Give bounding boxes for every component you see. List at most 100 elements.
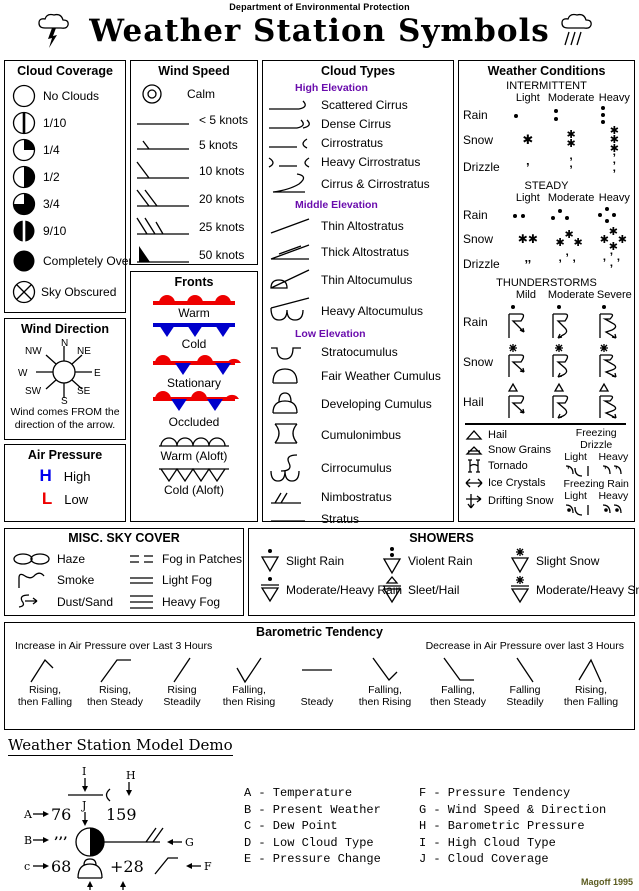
tendency-item[interactable]: Rising, then Steady (79, 654, 151, 708)
cloud-type-item[interactable]: Cirrus & Cirrostratus (267, 171, 453, 196)
tendency-item[interactable]: Rising, then Falling (555, 654, 627, 708)
cloud-type-item[interactable]: Developing Cumulus (267, 389, 453, 419)
barb-plain-icon (137, 122, 189, 125)
misc-sky-dust[interactable]: Dust/Sand (11, 591, 126, 613)
freezing-rain-heavy-icon[interactable] (600, 503, 630, 517)
cloud-type-item[interactable]: Thick Altostratus (267, 239, 453, 265)
wind-speed-panel: Wind Speed Calm < 5 knots 5 knots 10 kno… (130, 60, 258, 265)
misc-hail[interactable]: Hail (463, 427, 558, 442)
wind-speed-item[interactable]: 5 knots (135, 132, 257, 157)
shower-slight-snow[interactable]: Slight Snow (509, 547, 629, 575)
misc-sky-light-fog[interactable]: Light Fog (126, 569, 243, 591)
misc-ice-crystals[interactable]: Ice Crystals (463, 474, 558, 491)
misc-sky-haze[interactable]: Haze (11, 548, 126, 569)
cloud-type-item[interactable]: Nimbostratus (267, 485, 453, 509)
wind-speed-item[interactable]: 10 knots (135, 157, 257, 185)
air-pressure-low[interactable]: L Low (5, 489, 125, 509)
cloud-coverage-item[interactable]: 1/10 (11, 109, 125, 136)
wind-speed-item[interactable]: 20 knots (135, 185, 257, 213)
shower-moderate-rain[interactable]: Moderate/Heavy Rain (249, 576, 402, 604)
weather-row-snow-intermittent[interactable]: Snow ✱ ✱ ✱ ✱ ✱ ✱ (459, 125, 634, 154)
drizzle-pair-icon: ’’ (524, 256, 532, 272)
svg-text:SE: SE (77, 386, 91, 397)
cloud-type-item[interactable]: Cumulonimbus (267, 419, 453, 451)
snow-pair-icon: ✱✱ (517, 232, 538, 246)
dust-sand-icon (18, 594, 38, 608)
front-cold-aloft-label: Cold (Aloft) (163, 483, 225, 497)
tendency-item[interactable]: Rising Steadily (151, 654, 213, 708)
svg-text:E: E (94, 368, 101, 379)
misc-snow-grains[interactable]: Snow Grains (463, 442, 558, 457)
light-fog-icon (130, 577, 154, 584)
weather-row-rain-intermittent[interactable]: Rain (459, 104, 634, 126)
tendency-item[interactable]: Steady (285, 654, 349, 708)
cloud-type-item[interactable]: Dense Cirrus (267, 114, 453, 133)
barb-two-full-icon (136, 189, 189, 207)
cloud-type-item[interactable]: Fair Weather Cumulus (267, 363, 453, 389)
misc-sky-fog-patches[interactable]: Fog in Patches (126, 548, 243, 569)
shower-sleet-hail[interactable]: Sleet/Hail (381, 575, 509, 604)
tendency-steady-icon (302, 669, 332, 671)
cloud-type-item[interactable]: Cirrocumulus (267, 451, 453, 485)
cloud-type-item[interactable]: Heavy Cirrostratus (267, 152, 453, 171)
cloud-coverage-item[interactable]: 3/4 (11, 190, 125, 217)
shower-slight-rain-icon (260, 549, 280, 573)
tendency-item[interactable]: Falling, then Rising (213, 654, 285, 708)
cloud-coverage-item[interactable]: 9/10 (11, 217, 125, 244)
weather-row-snow-thunder[interactable]: Snow (459, 342, 634, 381)
cloud-type-item[interactable]: Stratocumulus (267, 341, 453, 363)
snow-star-2-icon: ✱ ✱ (566, 129, 576, 150)
marker-J: J (81, 799, 86, 812)
cloud-type-item[interactable]: Heavy Altocumulus (267, 295, 453, 327)
shower-violent-rain[interactable]: Violent Rain (381, 547, 509, 575)
misc-sky-cover-panel: MISC. SKY COVER Haze Smoke Dust/Sand Fog… (4, 528, 244, 616)
weather-row-snow-steady[interactable]: Snow ✱✱ ✱ ✱ ✱ ✱ ✱ ✱ ✱ (459, 226, 634, 253)
cirrocumulus-icon (270, 454, 300, 482)
cloud-coverage-item[interactable]: 1/4 (11, 136, 125, 163)
weather-row-rain-steady[interactable]: Rain (459, 204, 634, 226)
column-header: Moderate (547, 192, 595, 204)
misc-sky-smoke[interactable]: Smoke (11, 569, 126, 591)
circle-nine-tenths-icon (13, 220, 35, 241)
misc-tornado[interactable]: Tornado (463, 457, 558, 474)
weather-row-drizzle-steady[interactable]: Drizzle ’’ ’ ’ ’ ’ ’ ’ ’ (459, 250, 634, 276)
weather-row-hail-thunder[interactable]: Hail (459, 381, 634, 422)
freezing-drizzle-light-icon[interactable]: ’ (562, 464, 592, 478)
freezing-drizzle-title: Freezing Drizzle (575, 427, 617, 451)
tendency-item[interactable]: Falling, then Steady (421, 654, 495, 708)
freezing-drizzle-heavy-icon[interactable]: ’’ (600, 464, 630, 478)
wind-speed-item[interactable]: 50 knots (135, 241, 257, 269)
wind-speed-item[interactable]: < 5 knots (135, 107, 257, 132)
cloud-coverage-item[interactable]: 1/2 (11, 163, 125, 190)
shower-moderate-snow[interactable]: Moderate/Heavy Snow (509, 576, 639, 604)
fronts-panel: Fronts Warm Cold Stationary Occluded War… (130, 271, 258, 522)
wind-direction-note-2: direction of the arrow. (14, 419, 116, 431)
weather-row-drizzle-intermittent[interactable]: Drizzle ’ ’’ ’’’ (459, 152, 634, 180)
tendency-item[interactable]: Falling, then Rising (349, 654, 421, 708)
heavy-altocumulus-icon (270, 297, 310, 321)
barometric-tendency-panel: Barometric Tendency Increase in Air Pres… (4, 622, 635, 730)
tendency-item[interactable]: Rising, then Falling (11, 654, 79, 708)
freezing-rain-light-icon[interactable] (562, 503, 592, 517)
cloud-type-item[interactable]: Thin Altocumulus (267, 265, 453, 295)
station-model-demo: Weather Station Model Demo (8, 736, 633, 756)
tendency-item[interactable]: Falling Steadily (495, 654, 555, 708)
wind-speed-item[interactable]: Calm (135, 80, 257, 107)
cloud-coverage-item[interactable]: No Clouds (11, 82, 125, 109)
cloud-type-item[interactable]: Scattered Cirrus (267, 95, 453, 114)
shower-slight-snow-icon (510, 548, 530, 574)
shower-slight-rain[interactable]: Slight Rain (249, 547, 381, 575)
wind-speed-item[interactable]: 25 knots (135, 213, 257, 241)
weather-row-rain-thunder[interactable]: Rain (459, 301, 634, 342)
cloud-type-item[interactable]: Thin Altostratus (267, 213, 453, 239)
misc-drifting-snow[interactable]: Drifting Snow (463, 491, 558, 510)
cloud-type-item[interactable]: Cirrostratus (267, 133, 453, 152)
front-occluded-label: Occluded (168, 415, 220, 429)
cloud-coverage-item[interactable]: Completely Overcast (11, 244, 154, 278)
front-warm-icon (153, 295, 235, 305)
air-pressure-high[interactable]: H High (5, 466, 125, 486)
high-cloud-symbol (68, 788, 111, 802)
misc-sky-heavy-fog[interactable]: Heavy Fog (126, 591, 243, 613)
cloud-type-item[interactable]: Stratus (267, 509, 453, 529)
cloud-coverage-item[interactable]: Sky Obscured (11, 278, 125, 306)
